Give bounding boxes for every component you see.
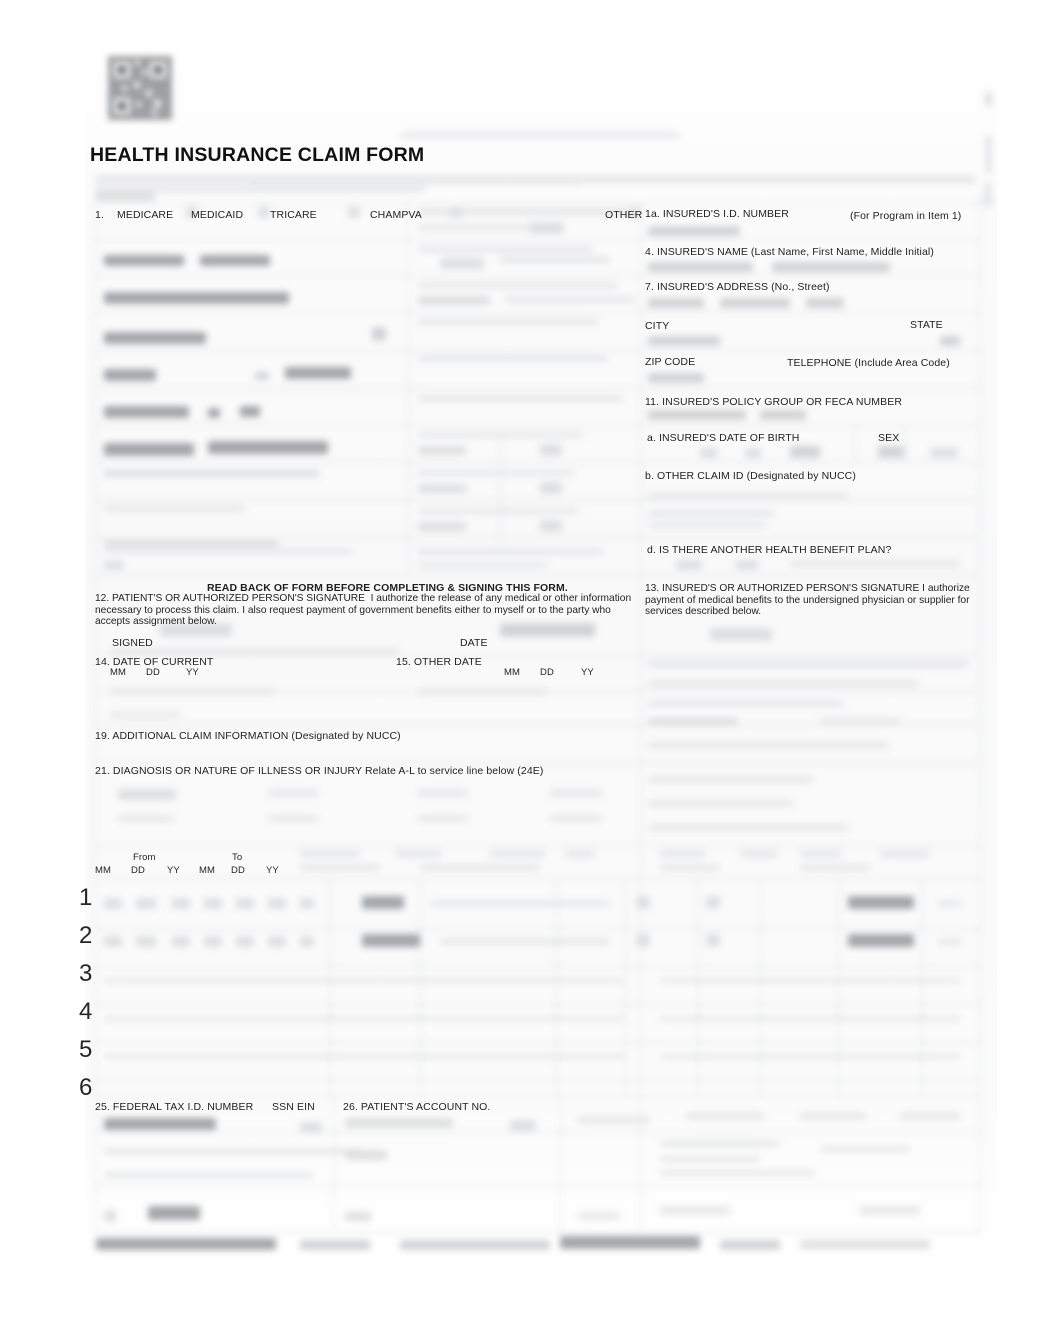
item15-dd: DD <box>540 667 554 678</box>
service-from-yy: YY <box>167 865 180 876</box>
item25-ssn-option[interactable]: SSN <box>272 1101 294 1113</box>
page-title: HEALTH INSURANCE CLAIM FORM <box>90 144 425 166</box>
service-line-number: 4 <box>79 998 93 1025</box>
item15-mm: MM <box>504 667 521 678</box>
item1-option-medicaid[interactable]: MEDICAID <box>191 209 243 221</box>
service-from-label: From <box>133 852 156 863</box>
service-line-number: 5 <box>79 1036 93 1063</box>
item14-yy: YY <box>186 667 199 678</box>
item1a-label: 1a. INSURED'S I.D. NUMBER <box>645 208 789 220</box>
item12-date-label: DATE <box>460 637 488 649</box>
service-line-number: 2 <box>79 922 93 949</box>
service-to-yy: YY <box>266 865 279 876</box>
item14-dd: DD <box>146 667 160 678</box>
item11a-sex-label: SEX <box>878 432 900 444</box>
item11-policy-group-label: 11. INSURED'S POLICY GROUP OR FECA NUMBE… <box>645 396 902 408</box>
item11b-other-claim-id-label: b. OTHER CLAIM ID (Designated by NUCC) <box>645 470 856 482</box>
service-from-dd: DD <box>131 865 145 876</box>
service-to-dd: DD <box>231 865 245 876</box>
service-to-mm: MM <box>199 865 216 876</box>
item19-additional-claim-info-label: 19. ADDITIONAL CLAIM INFORMATION (Design… <box>95 730 401 742</box>
item26-patient-account-label: 26. PATIENT'S ACCOUNT NO. <box>343 1101 491 1113</box>
item11d-other-plan-label: d. IS THERE ANOTHER HEALTH BENEFIT PLAN? <box>647 544 892 556</box>
item1-option-medicare[interactable]: MEDICARE <box>117 209 173 221</box>
service-line-number: 1 <box>79 884 93 911</box>
item7-insured-address-label: 7. INSURED'S ADDRESS (No., Street) <box>645 281 830 293</box>
item1-option-other[interactable]: OTHER <box>605 209 642 221</box>
item15-yy: YY <box>581 667 594 678</box>
service-from-mm: MM <box>95 865 112 876</box>
item11a-dob-label: a. INSURED'S DATE OF BIRTH <box>647 432 800 444</box>
item1-option-champva[interactable]: CHAMPVA <box>370 209 422 221</box>
insured-city-label: CITY <box>645 320 670 332</box>
item1-option-tricare[interactable]: TRICARE <box>270 209 317 221</box>
service-line-number: 6 <box>79 1074 93 1101</box>
item13-block: 13. INSURED'S OR AUTHORIZED PERSON'S SIG… <box>645 583 970 618</box>
insured-telephone-label: TELEPHONE (Include Area Code) <box>787 357 950 369</box>
item12-block: 12. PATIENT'S OR AUTHORIZED PERSON'S SIG… <box>95 593 632 628</box>
item1a-program-note: (For Program in Item 1) <box>850 210 962 222</box>
item12-signed-label: SIGNED <box>112 637 153 649</box>
service-line-number: 3 <box>79 960 93 987</box>
insured-zip-label: ZIP CODE <box>645 356 696 368</box>
item25-ein-option[interactable]: EIN <box>297 1101 315 1113</box>
item21-diagnosis-label: 21. DIAGNOSIS OR NATURE OF ILLNESS OR IN… <box>95 765 544 777</box>
item25-federal-tax-id-label: 25. FEDERAL TAX I.D. NUMBER <box>95 1101 254 1113</box>
service-to-label: To <box>232 852 243 863</box>
item4-insured-name-label: 4. INSURED'S NAME (Last Name, First Name… <box>645 246 934 258</box>
document-page: HEALTH INSURANCE CLAIM FORM 1. MEDICARE … <box>0 0 1062 1343</box>
item14-mm: MM <box>110 667 127 678</box>
item15-other-date-label: 15. OTHER DATE <box>396 656 482 668</box>
2d-barcode-icon <box>108 56 172 120</box>
insured-state-label: STATE <box>910 319 943 331</box>
item1-number: 1. <box>95 209 104 221</box>
scanned-sheet <box>85 40 997 1255</box>
